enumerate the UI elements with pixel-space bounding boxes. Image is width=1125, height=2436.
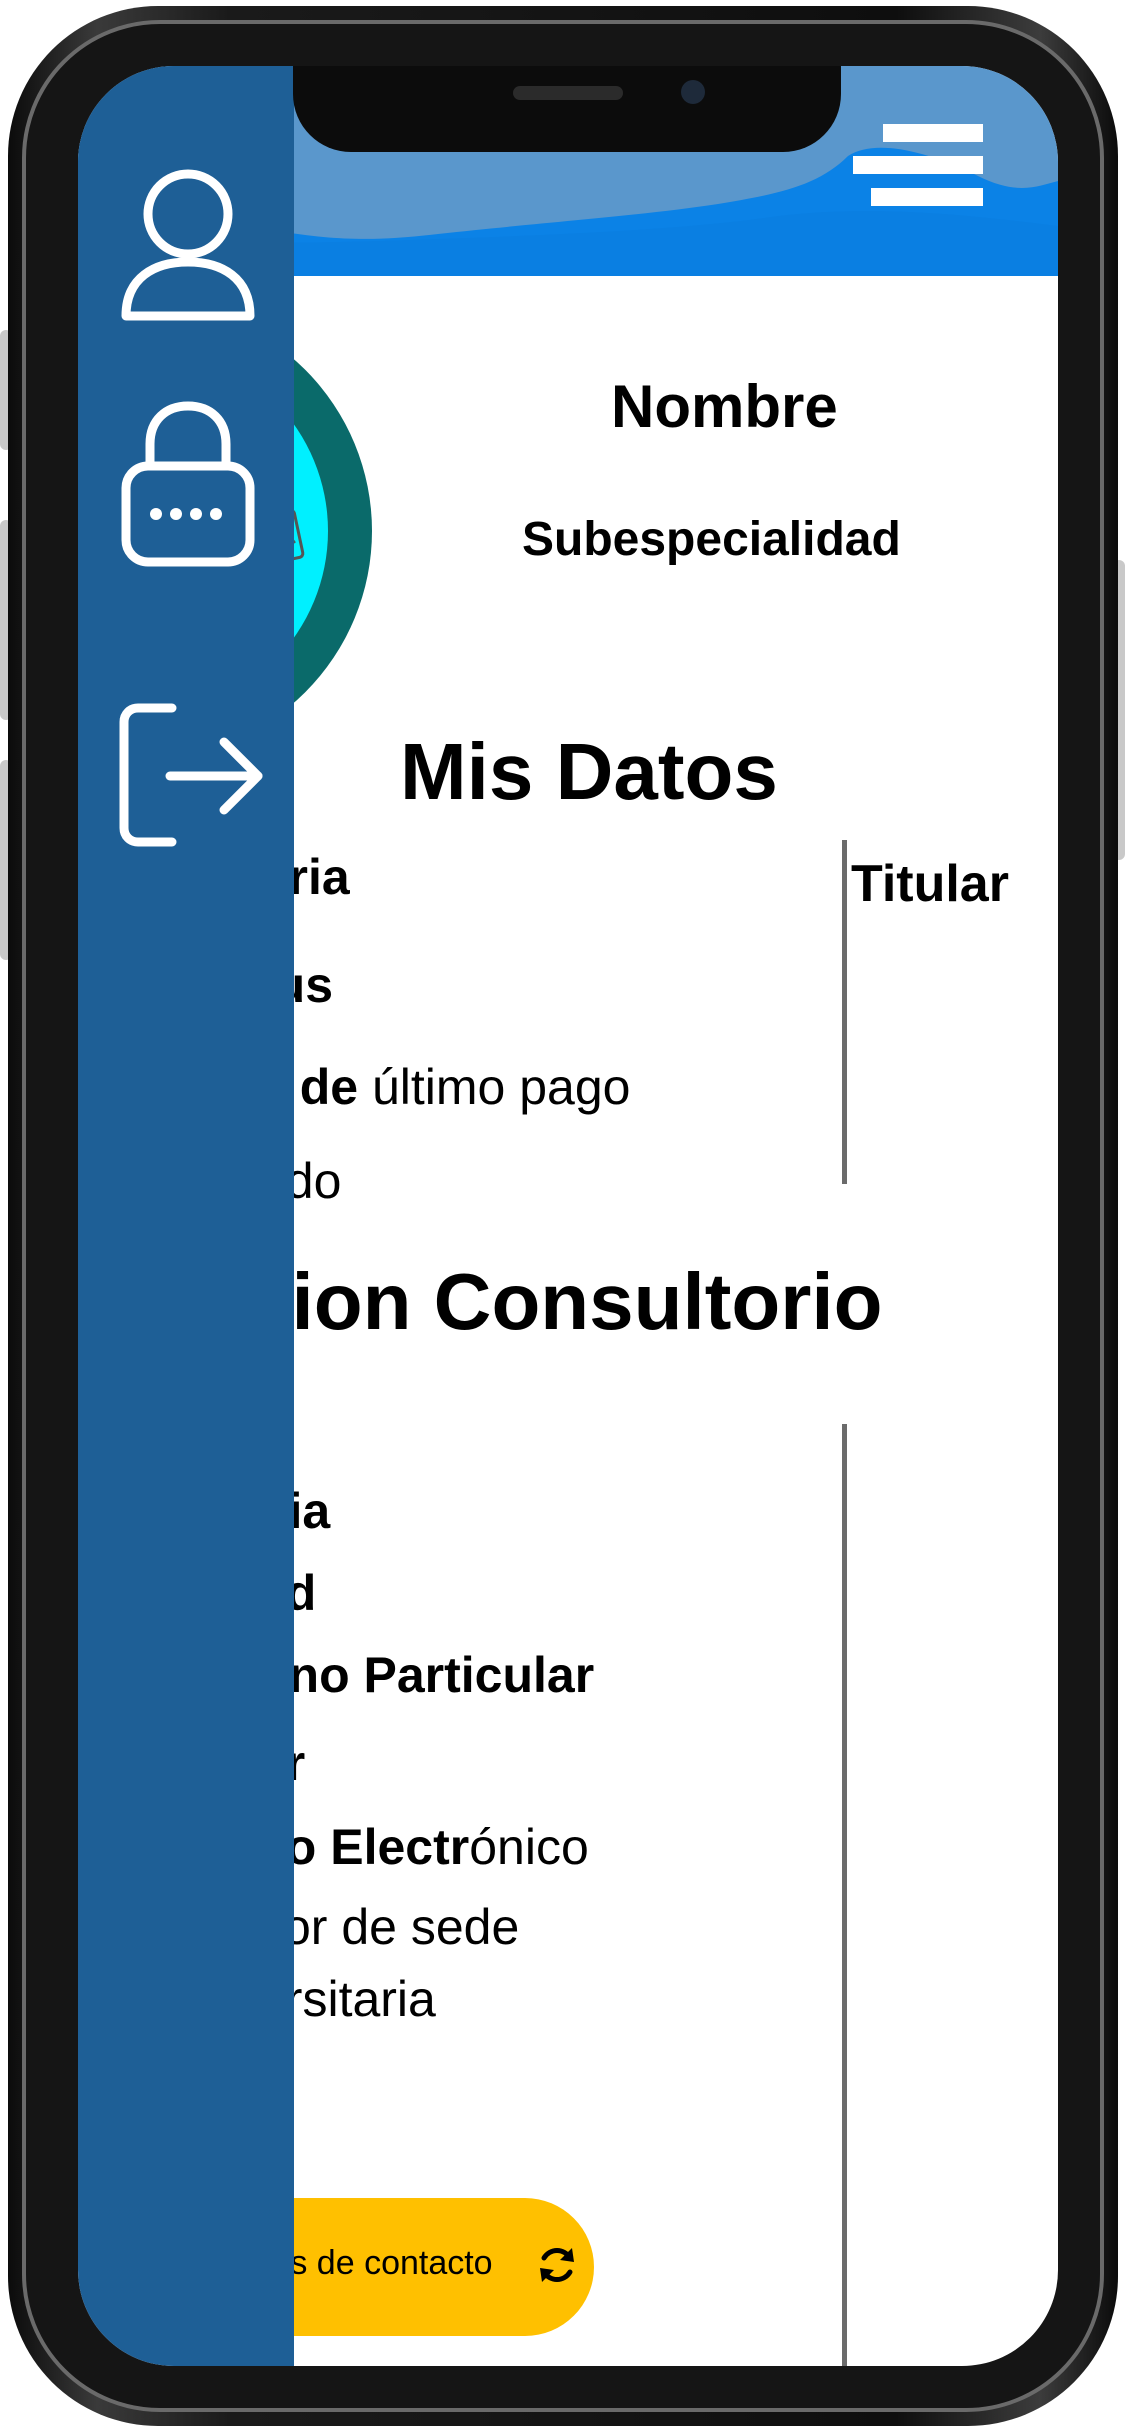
app-screen: Nombre Subespecialidad Mis Datos oria tu… <box>78 66 1058 2366</box>
sidebar-item-profile[interactable] <box>98 156 278 336</box>
advisor-label-line1: sor de sede <box>258 1899 520 1955</box>
front-camera <box>681 80 705 104</box>
menu-bar-top <box>883 124 983 142</box>
logout-icon <box>119 703 263 847</box>
update-contact-label: tos de contacto <box>262 2244 493 2282</box>
sidebar-item-password[interactable] <box>98 396 278 576</box>
profile-name: Nombre <box>611 373 838 440</box>
phone-frame: Nombre Subespecialidad Mis Datos oria tu… <box>0 0 1125 2436</box>
last-payment-label: a de último pago <box>258 1059 631 1115</box>
menu-bar-middle <box>853 156 983 174</box>
email-label: eo Electrónico <box>258 1819 589 1875</box>
lock-icon <box>121 401 255 567</box>
side-navigation <box>78 66 294 2366</box>
refresh-icon <box>540 2247 574 2283</box>
column-divider-top <box>842 840 847 1184</box>
hamburger-menu-icon[interactable] <box>853 124 983 208</box>
speaker-grille <box>513 86 623 100</box>
device-notch <box>293 66 841 152</box>
profile-subspecialty: Subespecialidad <box>522 513 901 566</box>
sidebar-item-logout[interactable] <box>98 686 278 866</box>
user-icon <box>121 169 255 321</box>
phone-label: ono Particular <box>258 1647 595 1703</box>
titular-value: Titular <box>851 855 1009 913</box>
column-divider-bottom <box>842 1424 847 2366</box>
mis-datos-heading: Mis Datos <box>400 727 778 816</box>
menu-bar-bottom <box>871 188 983 206</box>
